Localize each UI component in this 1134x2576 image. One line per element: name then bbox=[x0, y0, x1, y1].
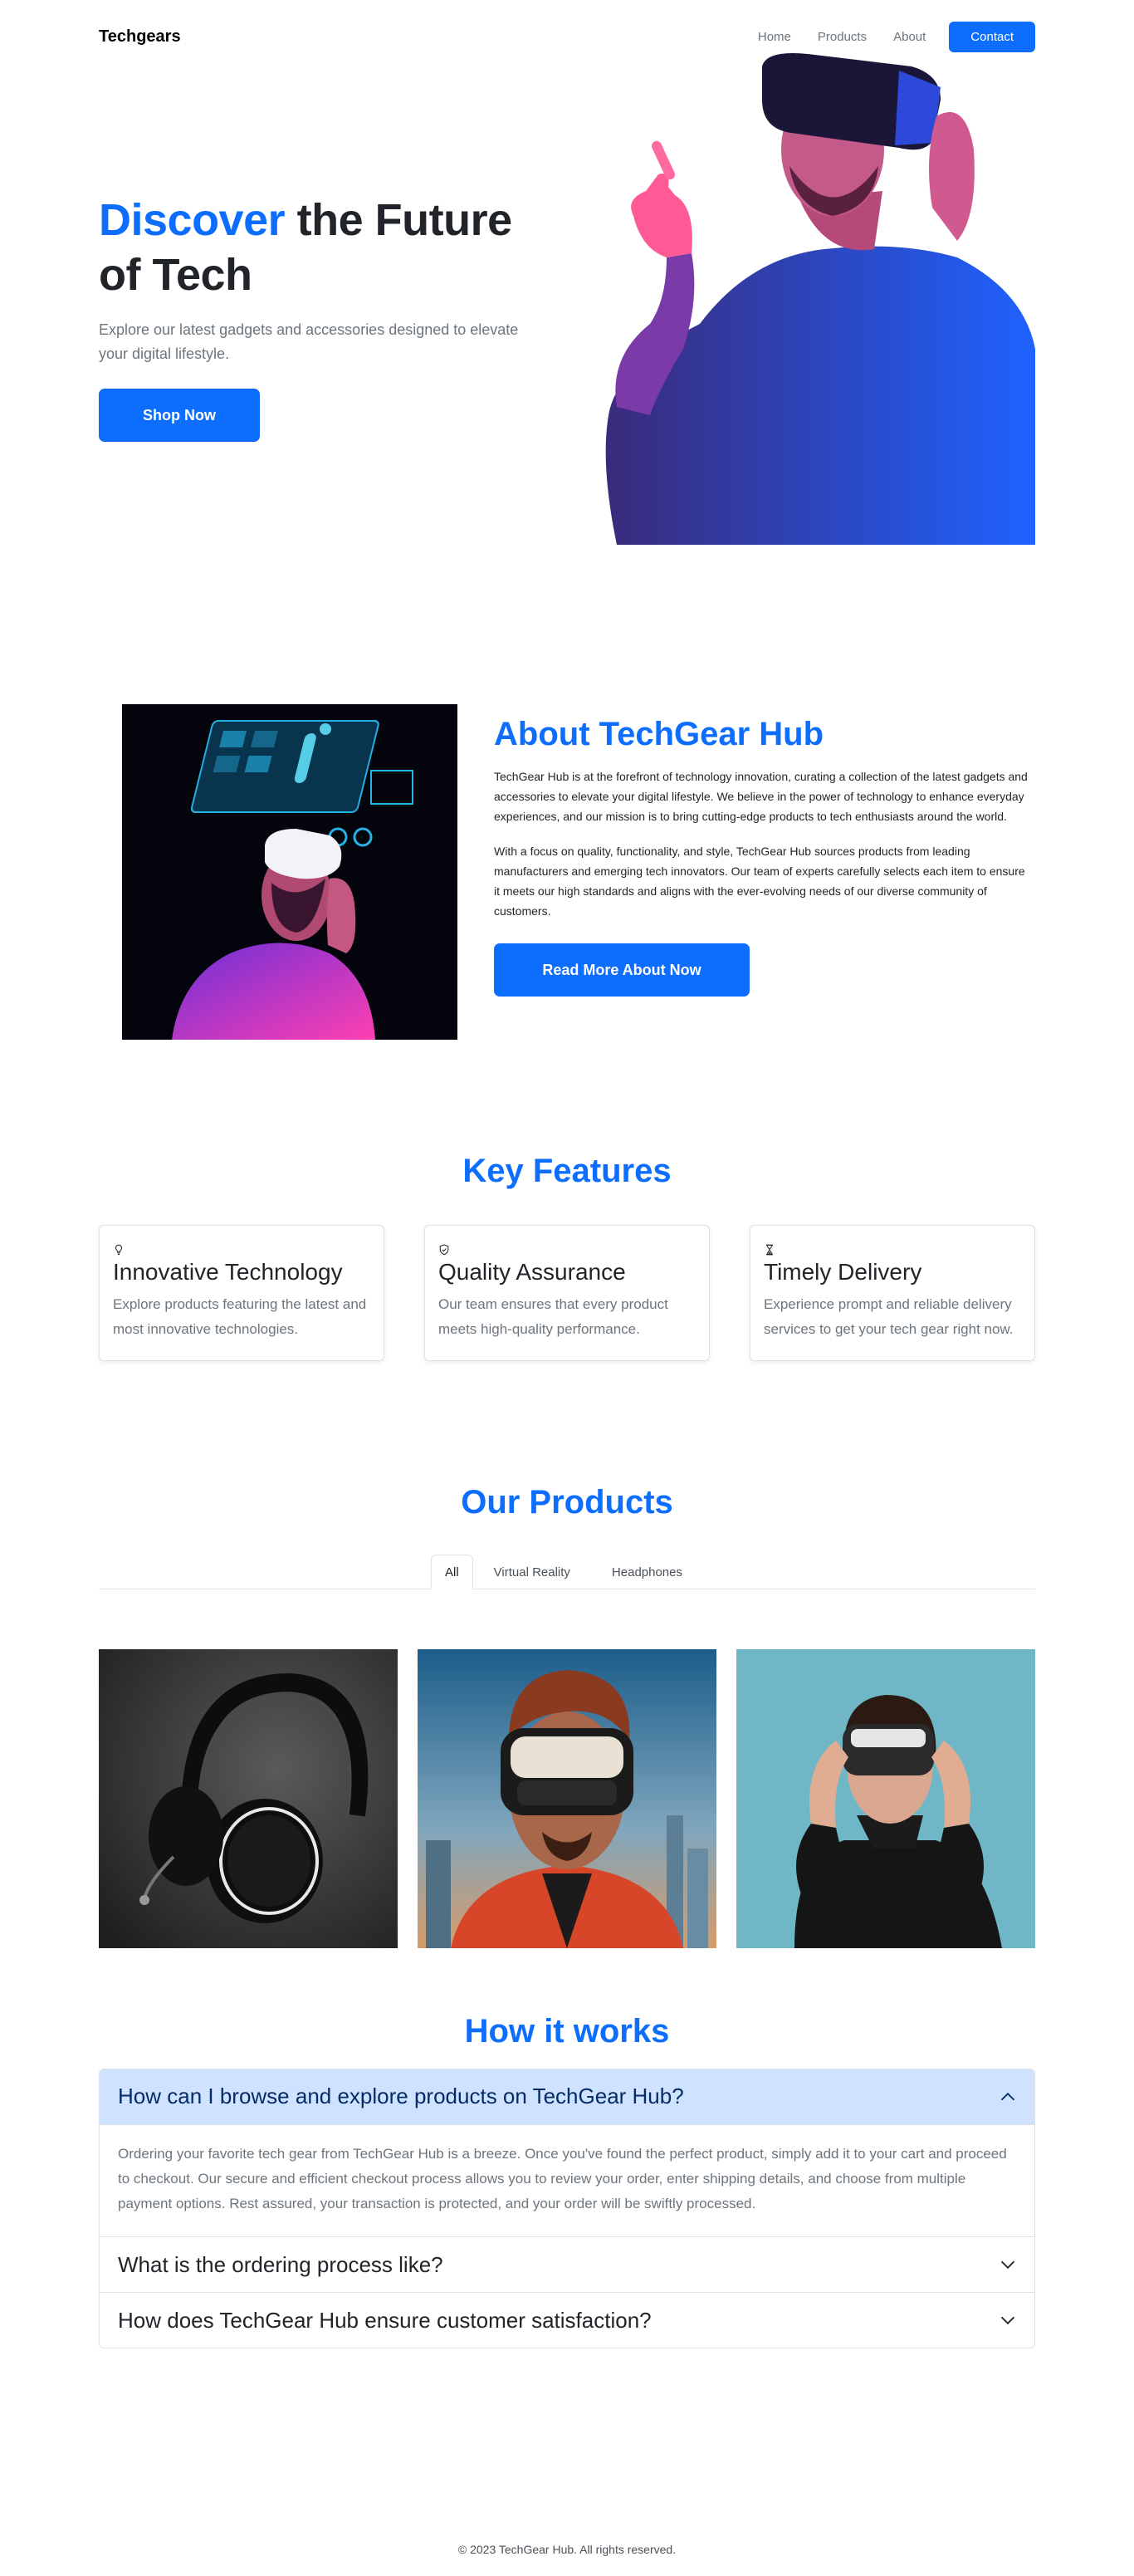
about-section: About TechGear Hub TechGear Hub is at th… bbox=[99, 704, 1035, 1095]
products-title: Our Products bbox=[461, 1483, 673, 1521]
faq-question: How does TechGear Hub ensure customer sa… bbox=[118, 2307, 652, 2333]
faq-question-button[interactable]: What is the ordering process like? bbox=[100, 2237, 1034, 2292]
hero-title-accent: Discover bbox=[99, 195, 286, 245]
product-tabs: All Virtual Reality Headphones bbox=[99, 1554, 1035, 1589]
faq-accordion: How can I browse and explore products on… bbox=[99, 2068, 1035, 2349]
feature-text: Explore products featuring the latest an… bbox=[113, 1296, 367, 1337]
feature-title: Quality Assurance bbox=[438, 1259, 626, 1285]
about-paragraph-2: With a focus on quality, functionality, … bbox=[494, 845, 1025, 918]
feature-text: Our team ensures that every product meet… bbox=[438, 1296, 668, 1337]
nav-link-home[interactable]: Home bbox=[745, 23, 804, 51]
about-paragraph-1: TechGear Hub is at the forefront of tech… bbox=[494, 770, 1028, 824]
faq-question-button[interactable]: How does TechGear Hub ensure customer sa… bbox=[100, 2293, 1034, 2348]
hero-section: Discover the Future of Tech Explore our … bbox=[99, 53, 1035, 596]
tab-all[interactable]: All bbox=[430, 1554, 473, 1589]
faq-item: How can I browse and explore products on… bbox=[100, 2069, 1034, 2237]
chevron-up-icon bbox=[1000, 2092, 1015, 2100]
shop-now-button[interactable]: Shop Now bbox=[99, 389, 260, 443]
faq-answer: Ordering your favorite tech gear from Te… bbox=[100, 2123, 1034, 2237]
about-title: About TechGear Hub bbox=[494, 716, 824, 752]
feature-title: Timely Delivery bbox=[764, 1259, 922, 1285]
tab-headphones[interactable]: Headphones bbox=[591, 1555, 703, 1589]
vr-headset-woman-product-image[interactable] bbox=[736, 1648, 1035, 1948]
feature-card: Innovative Technology Explore products f… bbox=[99, 1225, 384, 1361]
contact-button[interactable]: Contact bbox=[949, 21, 1035, 52]
faq-title: How it works bbox=[464, 2012, 670, 2050]
about-text: About TechGear Hub TechGear Hub is at th… bbox=[494, 704, 1034, 1095]
feature-title: Innovative Technology bbox=[113, 1259, 343, 1285]
products-grid bbox=[99, 1648, 1035, 1948]
lightbulb-icon bbox=[115, 1244, 123, 1256]
feature-card: Quality Assurance Our team ensures that … bbox=[424, 1225, 710, 1361]
feature-text: Experience prompt and reliable delivery … bbox=[764, 1296, 1014, 1337]
features-section: Innovative Technology Explore products f… bbox=[99, 1225, 1035, 1361]
copyright-text: © 2023 TechGear Hub. All rights reserved… bbox=[457, 2543, 677, 2556]
faq-item: How does TechGear Hub ensure customer sa… bbox=[100, 2292, 1034, 2348]
hero-vr-person-image bbox=[605, 53, 1035, 545]
chevron-down-icon bbox=[1000, 2316, 1015, 2325]
hero-title: Discover the Future of Tech bbox=[99, 193, 564, 303]
read-more-button[interactable]: Read More About Now bbox=[494, 943, 750, 997]
footer: © 2023 TechGear Hub. All rights reserved… bbox=[0, 2543, 1134, 2556]
features-title: Key Features bbox=[462, 1153, 672, 1189]
brand-logo[interactable]: Techgears bbox=[99, 27, 181, 47]
faq-question-button[interactable]: How can I browse and explore products on… bbox=[100, 2069, 1034, 2124]
faq-question: How can I browse and explore products on… bbox=[118, 2084, 684, 2108]
faq-item: What is the ordering process like? bbox=[100, 2236, 1034, 2292]
nav-link-products[interactable]: Products bbox=[804, 23, 880, 51]
faq-question: What is the ordering process like? bbox=[118, 2251, 443, 2277]
feature-card: Timely Delivery Experience prompt and re… bbox=[750, 1225, 1035, 1361]
shield-check-icon bbox=[439, 1244, 449, 1256]
nav-link-about[interactable]: About bbox=[880, 23, 939, 51]
hourglass-icon bbox=[766, 1244, 773, 1256]
about-vr-person-image bbox=[122, 704, 457, 1040]
headphones-product-image[interactable] bbox=[99, 1648, 398, 1948]
tab-virtual-reality[interactable]: Virtual Reality bbox=[473, 1555, 591, 1589]
nav-links: Home Products About Contact bbox=[745, 21, 1035, 52]
chevron-down-icon bbox=[1000, 2260, 1015, 2270]
vr-headset-man-product-image[interactable] bbox=[418, 1648, 716, 1948]
hero-text: Discover the Future of Tech Explore our … bbox=[99, 73, 564, 443]
hero-subtitle: Explore our latest gadgets and accessori… bbox=[99, 321, 519, 362]
